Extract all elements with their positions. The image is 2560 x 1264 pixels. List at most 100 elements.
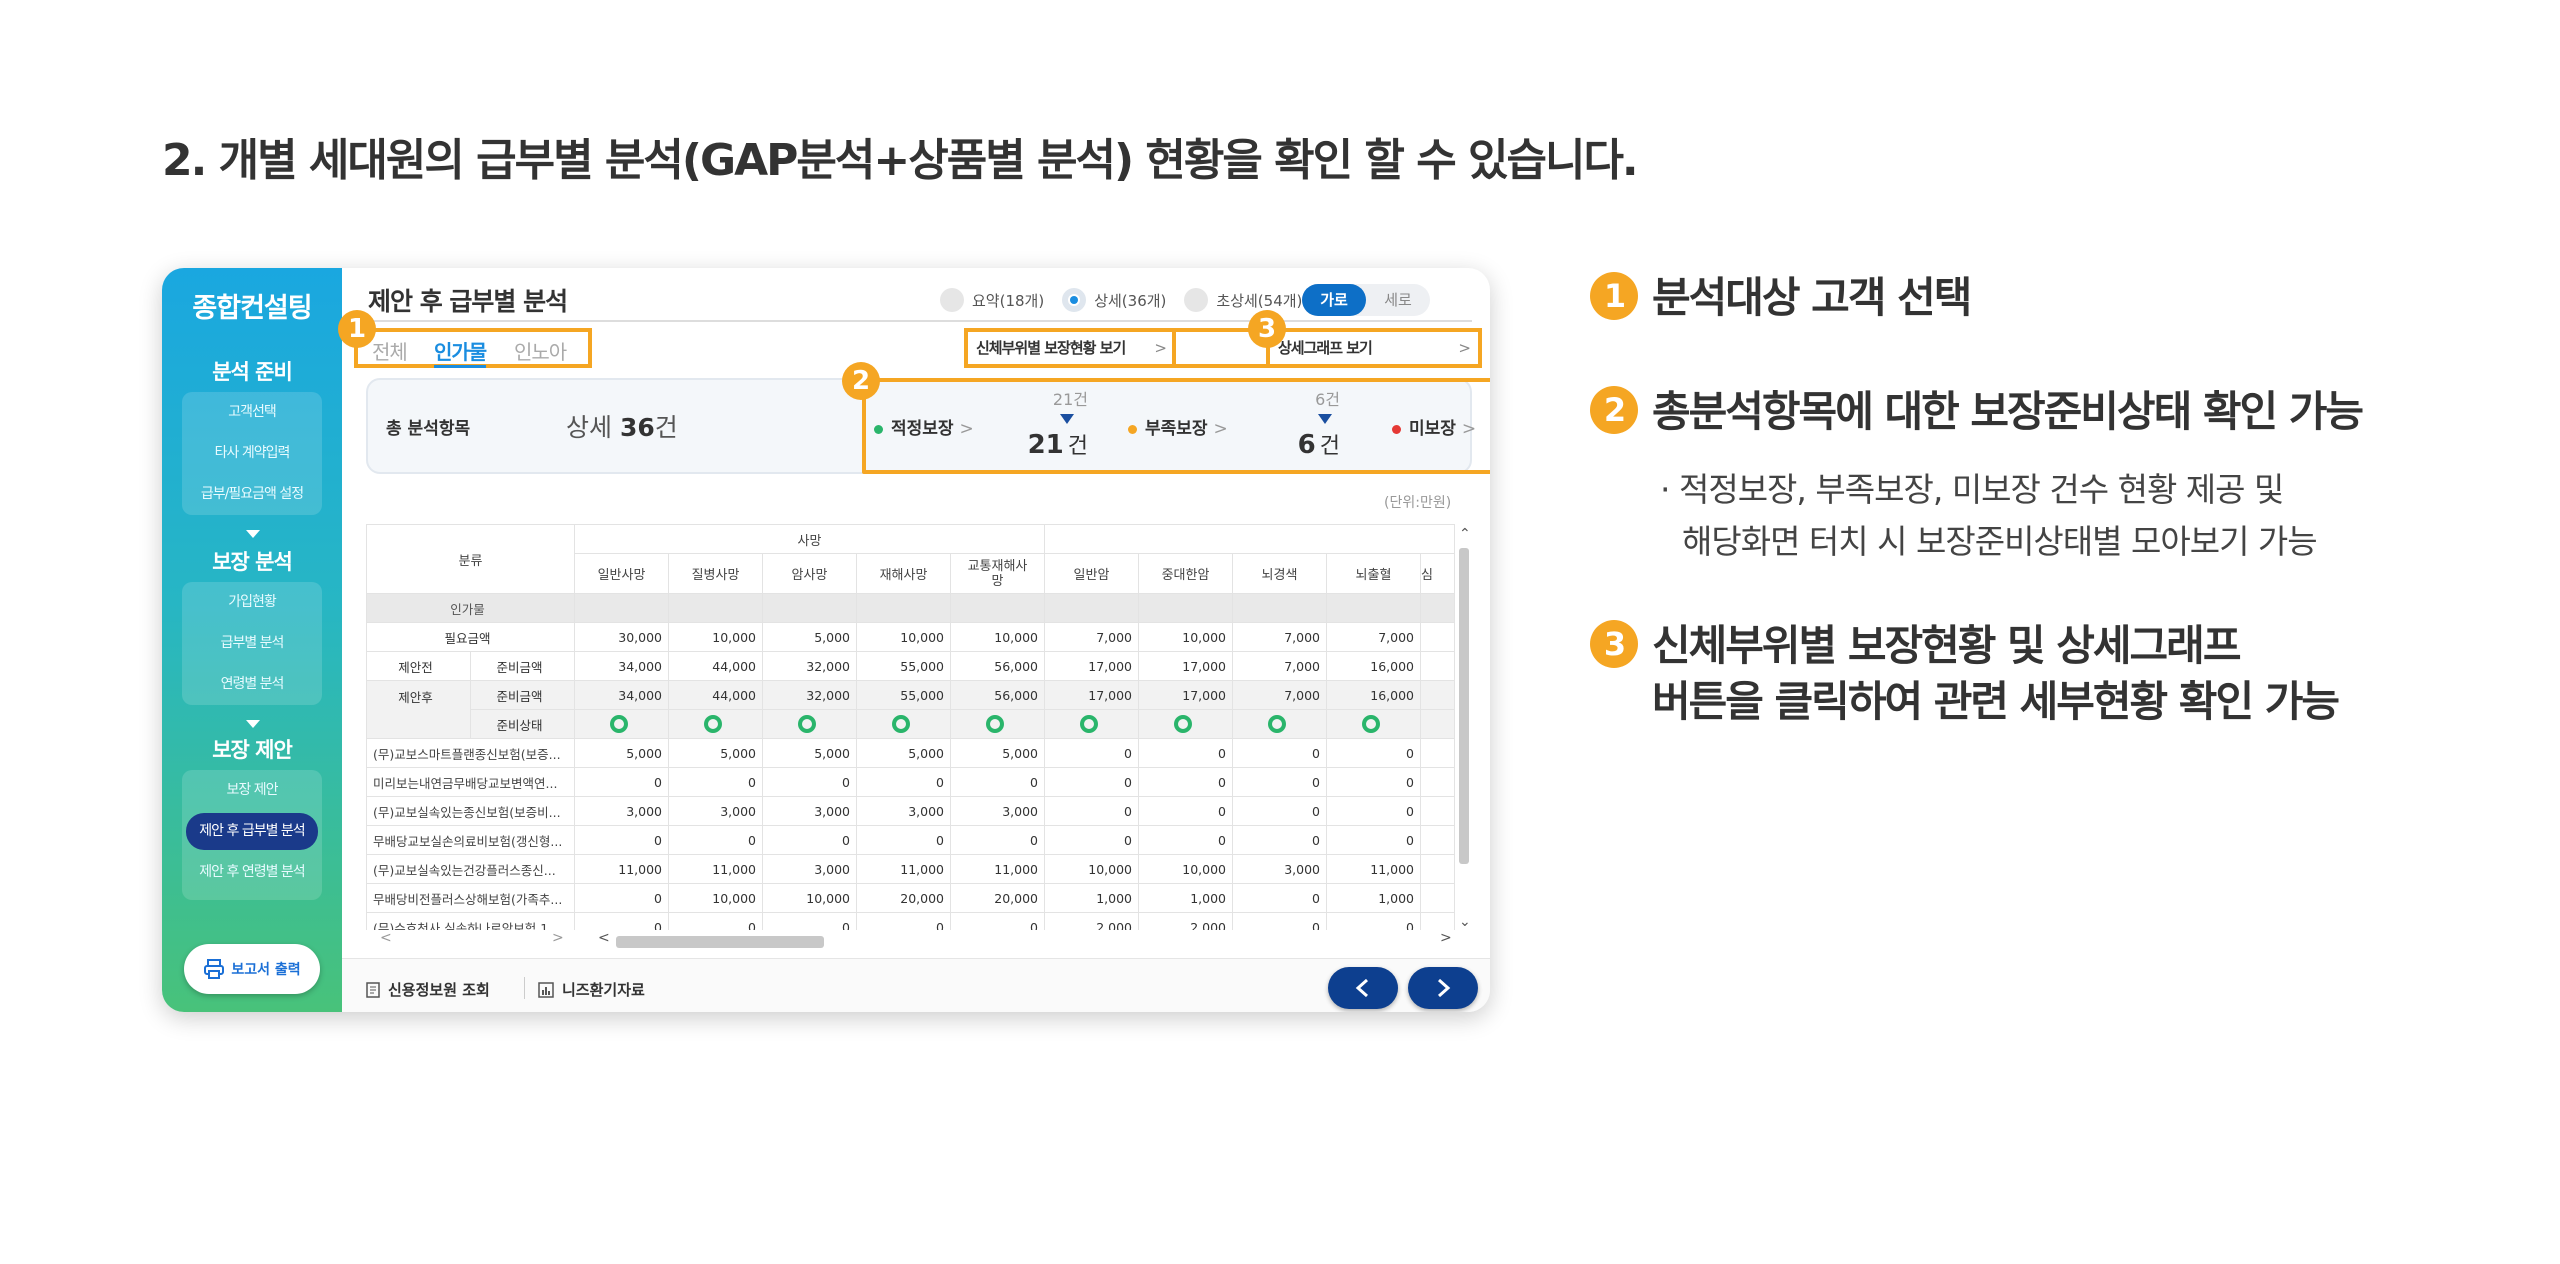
sidebar-group: 가입현황 급부별 분석 연령별 분석 [182, 582, 322, 705]
status-dot [1128, 424, 1137, 434]
radio-summary[interactable]: 요약(18개) [940, 288, 1044, 312]
body-part-button[interactable]: 신체부위별 보장현황 보기 [976, 339, 1126, 357]
vertical-scrollbar[interactable]: ⌃ ⌄ [1456, 524, 1472, 930]
tab-member-2[interactable]: 인노아 [514, 336, 567, 365]
table-cell: 5,000 [856, 738, 951, 768]
table-cell: 2,000 [1138, 912, 1233, 930]
table-cell: 0 [1138, 825, 1233, 855]
horizontal-scrollbar[interactable]: < > < > [366, 930, 1472, 952]
status-uncovered[interactable]: 미보장 > 9건 9건 [1392, 380, 1490, 468]
table-cell: 0 [1326, 796, 1421, 826]
table-cell: 44,000 [668, 651, 763, 681]
table-row: 미리보는내연금무배당교보변액연... 0 0 0 0 0 0 0 0 0 [366, 767, 1455, 797]
table-cell: 0 [1232, 825, 1327, 855]
orient-portrait[interactable]: 세로 [1366, 284, 1430, 316]
member-tabs: 전체 인가물 인노아 [354, 328, 592, 368]
product-name: (무)수호천사 실속하나로암보험 1... [366, 912, 575, 930]
col-header: 암사망 [762, 553, 857, 594]
tab-all[interactable]: 전체 [372, 336, 408, 365]
orient-landscape[interactable]: 가로 [1302, 284, 1366, 316]
sidebar-item[interactable]: 연령별 분석 [182, 664, 322, 705]
table-cell: 0 [1044, 796, 1139, 826]
status-adequate[interactable]: 적정보장 > 21건 21 건 [874, 380, 1088, 468]
table-row: 인가물 [366, 593, 1455, 623]
table-cell: 3,000 [762, 854, 857, 884]
table-cell: 0 [1232, 796, 1327, 826]
radio-ultra-detail[interactable]: 초상세(54개) [1184, 288, 1302, 312]
product-name: 미리보는내연금무배당교보변액연... [366, 767, 575, 797]
col-header: 뇌출혈 [1326, 553, 1421, 594]
table-cell: 10,000 [1138, 622, 1233, 652]
status-ok-icon [609, 715, 628, 733]
sidebar-section-title: 보장 분석 [212, 550, 293, 574]
table-cell: 3,000 [1232, 854, 1327, 884]
table-cell: 11,000 [856, 854, 951, 884]
sidebar-item[interactable]: 제안 후 연령별 분석 [182, 852, 322, 893]
status-ok-icon [703, 715, 722, 733]
table-cell: 5,000 [574, 738, 669, 768]
table-cell: 5,000 [762, 622, 857, 652]
document-icon [366, 981, 380, 998]
table-cell: 0 [1326, 825, 1421, 855]
table-cell: 20,000 [950, 883, 1045, 913]
status-ok-icon [1361, 715, 1380, 733]
radio-detail[interactable]: 상세(36개) [1062, 288, 1166, 312]
sidebar-group: 보장 제안 제안 후 급부별 분석 제안 후 연령별 분석 [182, 770, 322, 900]
table-row: (무)교보스마트플랜종신보험(보증... 5,000 5,000 5,000 5,000… [366, 738, 1455, 768]
col-header: 중대한암 [1138, 553, 1233, 594]
next-button[interactable] [1408, 967, 1478, 1009]
table-cell: 3,000 [950, 796, 1045, 826]
table-row: 제안후 준비금액 34,000 44,000 32,000 55,000 56,000 17,… [366, 680, 1455, 739]
detail-graph-button[interactable]: 상세그래프 보기 [1278, 339, 1373, 357]
table-cell: 7,000 [1232, 680, 1327, 710]
sidebar-item-active[interactable]: 제안 후 급부별 분석 [186, 813, 318, 850]
sidebar-group: 고객선택 타사 계약입력 급부/필요금액 설정 [182, 392, 322, 515]
main-panel: 제안 후 급부별 분석 요약(18개) 상세(36개) 초상세(54개) 가로 … [338, 268, 1490, 1012]
table-row: 제안전 준비금액 34,000 44,000 32,000 55,000 56,000 17,… [366, 651, 1455, 681]
status-ok-icon [985, 715, 1004, 733]
table-cell: 0 [1138, 738, 1233, 768]
table-cell: 10,000 [1044, 854, 1139, 884]
sidebar-item[interactable]: 보장 제안 [182, 770, 322, 811]
unit-note: (단위:만원) [1384, 495, 1452, 511]
table-cell: 0 [1044, 825, 1139, 855]
tab-member-1[interactable]: 인가물 [434, 336, 487, 368]
sidebar-item[interactable]: 타사 계약입력 [182, 433, 322, 474]
view-level-radios: 요약(18개) 상세(36개) 초상세(54개) [940, 288, 1302, 312]
product-name: (무)교보실속있는종신보험(보증비... [366, 796, 575, 826]
table-cell: 10,000 [668, 883, 763, 913]
table-cell: 0 [1232, 883, 1327, 913]
prev-button[interactable] [1328, 967, 1398, 1009]
table-cell: 32,000 [762, 651, 857, 681]
sidebar-section-title: 보장 제안 [212, 738, 293, 762]
table-cell: 7,000 [1326, 622, 1421, 652]
print-label: 보고서 출력 [231, 962, 301, 978]
body-part-button-box: 신체부위별 보장현황 보기 > [964, 328, 1176, 368]
table-cell: 0 [762, 912, 857, 930]
sidebar-item[interactable]: 급부별 분석 [182, 623, 322, 664]
table-cell: 11,000 [668, 854, 763, 884]
explain-desc-line: · 적정보장, 부족보장, 미보장 건수 현황 제공 및 [1660, 470, 2284, 509]
analysis-table[interactable]: 분류 사망 일반사망 질병사망 암사망 재해사망 교통재해사망 일반암 중대한암… [366, 524, 1456, 930]
table-cell: 16,000 [1326, 651, 1421, 681]
table-cell: 0 [1232, 767, 1327, 797]
table-cell: 17,000 [1044, 651, 1139, 681]
table-cell: 55,000 [856, 680, 951, 710]
printer-icon [204, 959, 225, 979]
credit-info-link[interactable]: 신용정보원 조회 [366, 979, 490, 1000]
print-report-button[interactable]: 보고서 출력 [184, 944, 320, 994]
table-cell: 34,000 [574, 651, 669, 681]
table-cell: 17,000 [1138, 651, 1233, 681]
table-cell: 0 [1044, 738, 1139, 768]
sidebar-item[interactable]: 가입현황 [182, 582, 322, 623]
summary-total: 상세 36건 [566, 413, 678, 442]
sidebar-item[interactable]: 고객선택 [182, 392, 322, 433]
status-insufficient[interactable]: 부족보장 > 6건 6건 [1128, 380, 1340, 468]
table-cell: 10,000 [856, 622, 951, 652]
needs-material-link[interactable]: 니즈환기자료 [538, 979, 645, 1000]
table-cell: 0 [574, 912, 669, 930]
sidebar-item[interactable]: 급부/필요금액 설정 [182, 474, 322, 515]
sidebar-section-title: 분석 준비 [212, 360, 293, 384]
table-cell: 7,000 [1044, 622, 1139, 652]
table-cell: 11,000 [1326, 854, 1421, 884]
